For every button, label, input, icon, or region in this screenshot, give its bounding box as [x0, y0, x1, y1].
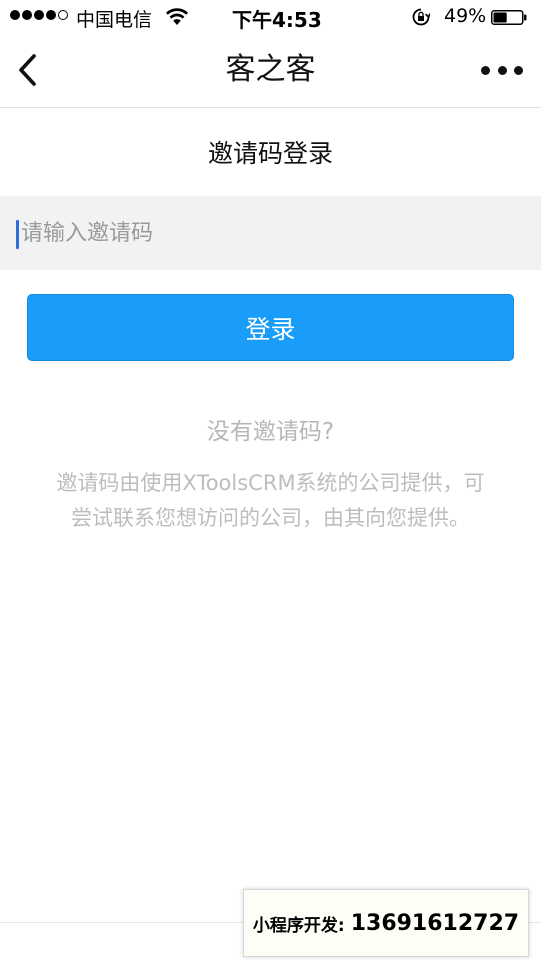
more-options-button[interactable]: [481, 58, 523, 82]
battery-percentage: 49%: [444, 5, 487, 27]
more-dots-icon: [481, 65, 490, 75]
watermark-phone: 13691612727: [350, 910, 520, 936]
status-bar: 中国电信 下午4:53 49%: [0, 0, 541, 36]
login-button[interactable]: 登录: [27, 294, 514, 361]
battery-icon: [491, 10, 527, 25]
rotation-lock-icon: [412, 8, 430, 26]
wifi-icon: [166, 8, 188, 25]
carrier-name: 中国电信: [76, 9, 153, 31]
status-time: 下午4:53: [232, 8, 322, 32]
nav-title: 客之客: [225, 52, 316, 87]
page-heading: 邀请码登录: [207, 139, 333, 168]
navigation-bar: 客之客: [0, 36, 541, 108]
text-cursor: [16, 220, 19, 249]
watermark-label: 小程序开发:: [252, 915, 345, 936]
no-invite-code-description: 邀请码由使用XToolsCRM系统的公司提供，可尝试联系您想访问的公司，由其向您…: [56, 471, 485, 530]
developer-watermark: 小程序开发: 13691612727: [243, 889, 529, 957]
invite-code-field-container: [0, 196, 541, 270]
signal-strength-icon: [10, 10, 68, 20]
no-invite-code-title: 没有邀请码?: [206, 419, 335, 445]
invite-code-input[interactable]: [17, 196, 517, 270]
